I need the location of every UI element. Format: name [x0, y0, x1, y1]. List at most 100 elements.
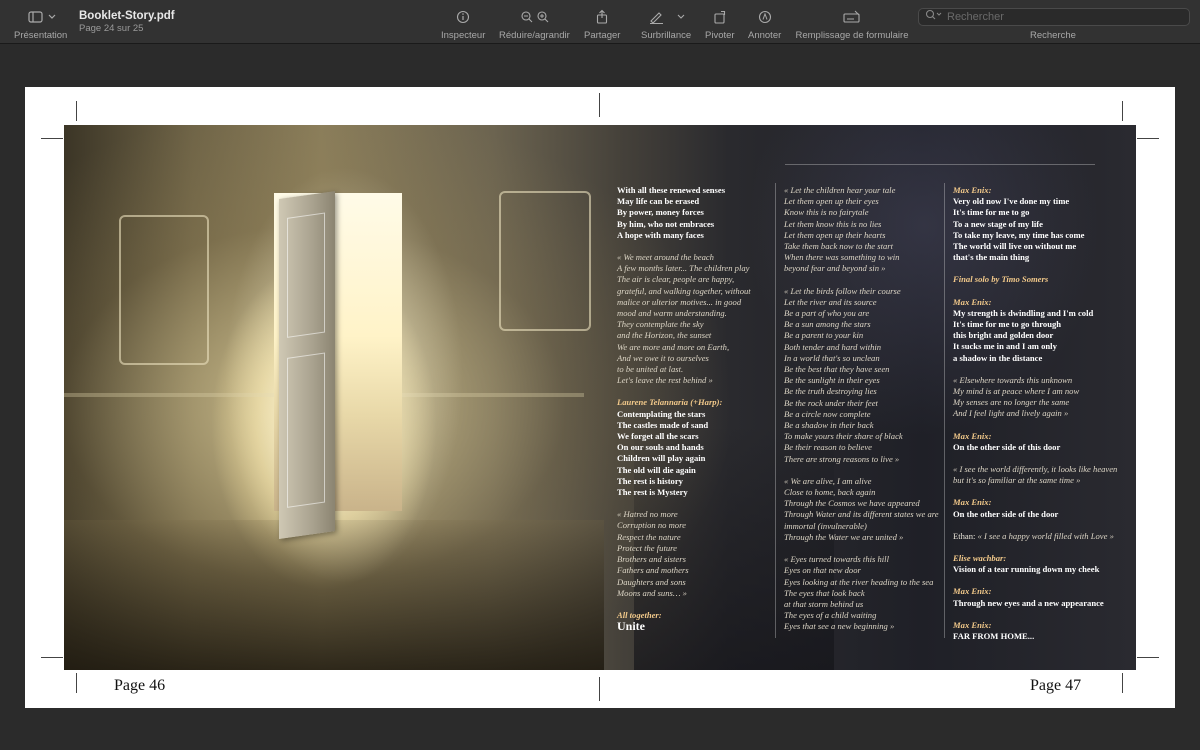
crop-mark — [1122, 101, 1123, 121]
lyric-line: Close to home, back again — [784, 487, 876, 498]
lyric-line: It sucks me in and I am only — [953, 341, 1057, 352]
lyric-line: In a world that's so unclean — [784, 352, 880, 363]
lyric-line: Fathers and mothers — [617, 565, 689, 576]
lyric-line: My strength is dwindling and I'm cold — [953, 307, 1094, 318]
lyric-line: Eyes looking at the river heading to the… — [784, 576, 934, 587]
stanza: With all these renewed senses May life ca… — [617, 185, 767, 241]
document-name: Booklet-Story.pdf — [79, 10, 175, 22]
info-icon — [454, 9, 472, 25]
stanza: Max Enix: My strength is dwindling and I… — [953, 297, 1131, 364]
lyric-line: A hope with many faces — [617, 229, 704, 240]
lyric-line: « Hatred no more — [617, 509, 678, 520]
lyric-line: May life can be erased — [617, 196, 700, 207]
annotate-button[interactable]: Annoter — [748, 9, 781, 41]
stanza: Max Enix: On the other side of the door — [953, 497, 1131, 519]
stanza: « I see the world differently, it looks … — [953, 464, 1131, 486]
search-input[interactable] — [947, 11, 1167, 23]
lyric-line: Let them open up their hearts — [784, 229, 886, 240]
lyric-line: Let them open up their eyes — [784, 196, 879, 207]
highlight-label: Surbrillance — [641, 30, 692, 41]
lyric-line: mood and warm understanding. — [617, 308, 727, 319]
rotate-icon — [711, 9, 729, 25]
lyric-line: « We are alive, I am alive — [784, 475, 872, 486]
lyric-line: On our souls and hands — [617, 442, 704, 453]
speaker: Max Enix: — [953, 430, 992, 441]
share-button[interactable]: Partager — [584, 9, 620, 41]
stanza: Max Enix: FAR FROM HOME... — [953, 620, 1131, 642]
lyric-line: We forget all the scars — [617, 431, 699, 442]
divider-line — [785, 164, 1095, 165]
door-inset — [287, 212, 325, 338]
crop-mark — [1137, 138, 1159, 139]
lyric-line: Daughters and sons — [617, 576, 686, 587]
crop-mark — [41, 657, 63, 658]
search-label: Recherche — [1030, 30, 1076, 41]
lyric-line: The world will live on without me — [953, 241, 1077, 252]
sidebar-view-button[interactable]: Présentation — [14, 9, 67, 41]
zoom-button[interactable]: Réduire/agrandir — [499, 9, 570, 41]
search-field[interactable] — [918, 8, 1190, 26]
lyric-line: FAR FROM HOME... — [953, 631, 1035, 642]
lyric-line: Through the Water we are united » — [784, 531, 904, 542]
lyric-line: « Let the children hear your tale — [784, 185, 896, 195]
lyric-line: By power, money forces — [617, 207, 704, 218]
wall-moulding — [119, 215, 209, 365]
lyric-line: A few months later... The children play — [617, 263, 750, 274]
lyric-line: The castles made of sand — [617, 419, 709, 430]
lyric-line: Be a part of who you are — [784, 308, 870, 319]
page-number-left: Page 46 — [114, 677, 166, 694]
inspector-button[interactable]: Inspecteur — [441, 9, 485, 41]
stanza: « Let the children hear your tale Let the… — [784, 185, 944, 275]
speaker: Max Enix: — [953, 185, 992, 195]
form-fill-button[interactable]: Remplissage de formulaire — [794, 9, 910, 41]
lyrics-lines: Contemplating the stars The castles made … — [617, 409, 767, 499]
stanza: Ethan: « I see a happy world filled with… — [953, 531, 1131, 542]
document-title: Booklet-Story.pdf Page 24 sur 25 — [79, 10, 175, 34]
speaker: Elise wachbar: — [953, 553, 1007, 564]
lyric-line: Through Water and its different states w… — [784, 509, 939, 520]
annotate-label: Annoter — [748, 30, 782, 41]
lyric-line: And we owe it to ourselves — [617, 352, 709, 363]
lyric-line: Be their reason to believe — [784, 442, 872, 453]
lyric-line: To take my leave, my time has come — [953, 229, 1085, 240]
stanza: « Eyes turned towards this hill Eyes on t… — [784, 554, 944, 632]
stanza: « Elsewhere towards this unknown My mind … — [953, 375, 1131, 420]
crop-mark — [1137, 657, 1159, 658]
stanza: Laurene Telannaria (+Harp): Contemplatin… — [617, 397, 767, 498]
lyric-line: grateful, and walking together, without — [617, 285, 751, 296]
lyric-line: « Elsewhere towards this unknown — [953, 374, 1073, 385]
document-page-indicator: Page 24 sur 25 — [79, 23, 144, 34]
lyric-line: Protect the future — [617, 542, 677, 553]
speaker: Max Enix: — [953, 497, 992, 508]
crop-mark — [1122, 673, 1123, 693]
lyric-line: Children will play again — [617, 453, 706, 464]
lyric-line: On the other side of this door — [953, 441, 1061, 452]
lyric-line: Very old now I've done my time — [953, 196, 1070, 207]
lyric-line: Eyes on that new door — [784, 565, 861, 576]
lyric-line: When there was something to win — [784, 252, 900, 263]
form-fill-icon — [794, 9, 910, 25]
stanza: « We meet around the beach A few months l… — [617, 252, 767, 386]
lyric-line: beyond fear and beyond sin » — [784, 263, 886, 274]
door-inset — [287, 352, 325, 508]
lyrics-column-3: Max Enix: Very old now I've done my time… — [953, 185, 1131, 653]
lyric-line: To a new stage of my life — [953, 218, 1043, 229]
lyric-line: to be united at last. — [617, 364, 684, 375]
stanza: All together: Unite — [617, 610, 767, 632]
stanza: « We are alive, I am alive Close to home,… — [784, 476, 944, 543]
lyric-line: « Eyes turned towards this hill — [784, 554, 889, 565]
column-divider — [944, 183, 945, 638]
door — [279, 191, 335, 540]
lyric-line: We are more and more on Earth, — [617, 341, 730, 352]
highlight-button[interactable]: Surbrillance — [641, 9, 691, 41]
lyric-line: Be a shadow in their back — [784, 420, 874, 431]
lyric-line: malice or ulterior motives... in good — [617, 296, 742, 307]
lyrics-column-2: « Let the children hear your tale Let the… — [784, 185, 944, 644]
sidebar-view-label: Présentation — [14, 30, 68, 41]
rotate-button[interactable]: Pivoter — [705, 9, 735, 41]
lyrics-lines: Very old now I've done my time It's time … — [953, 196, 1131, 263]
lyric-line: « Let the birds follow their course — [784, 285, 901, 296]
lyric-line: The eyes of a child waiting — [784, 610, 877, 621]
lyric-line: « I see a happy world filled with Love » — [977, 530, 1114, 541]
lyric-line: Through the Cosmos we have appeared — [784, 498, 920, 509]
